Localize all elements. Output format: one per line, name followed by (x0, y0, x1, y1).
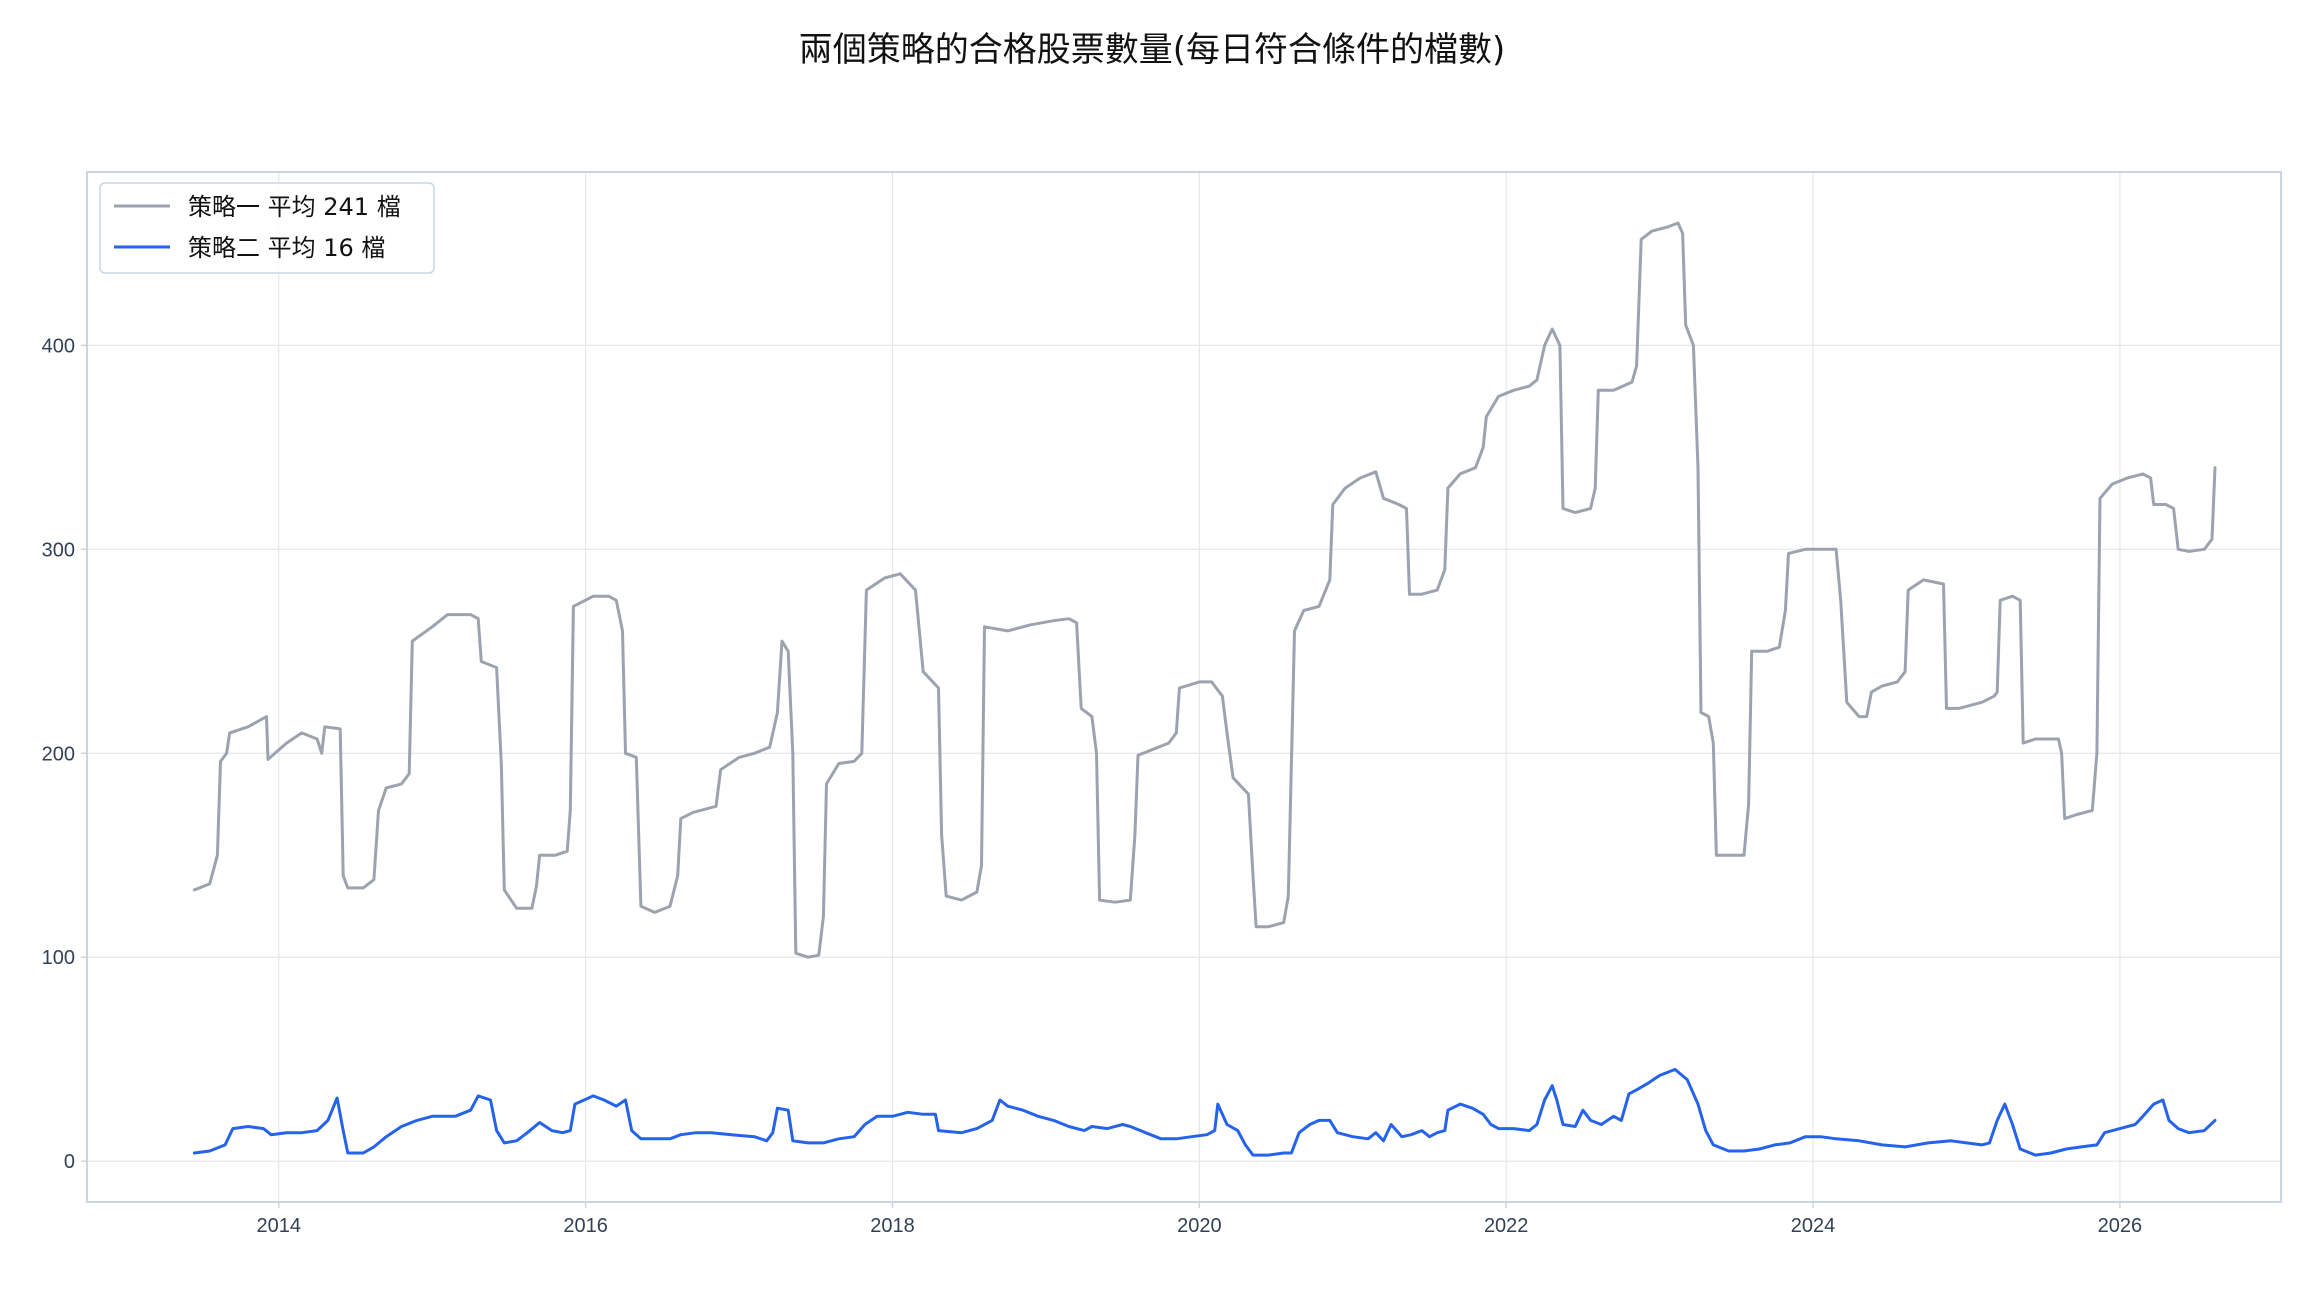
line-chart: 0 100 200 300 400 2014 2016 2018 2020 2022 2024 202… (42, 171, 2282, 1237)
y-tick-label: 200 (42, 743, 75, 765)
y-tick-label: 400 (42, 335, 75, 357)
x-tick-label: 2018 (870, 1215, 915, 1237)
series-line-strategy-1 (192, 221, 2217, 959)
series-line-strategy-2 (192, 1067, 2217, 1157)
x-tick-label: 2014 (257, 1215, 302, 1237)
y-tick-label: 300 (42, 539, 75, 561)
x-tick-label: 2026 (2098, 1215, 2143, 1237)
legend: 策略一 平均 241 檔 策略二 平均 16 檔 (99, 182, 435, 274)
axis-layer: 0 100 200 300 400 2014 2016 2018 2020 2022 2024 202… (42, 335, 2143, 1237)
x-tick-label: 2022 (1484, 1215, 1529, 1237)
x-tick-label: 2020 (1177, 1215, 1222, 1237)
legend-label-strategy-2: 策略二 平均 16 檔 (188, 234, 385, 262)
legend-label-strategy-1: 策略一 平均 241 檔 (188, 193, 401, 221)
series-layer (192, 221, 2217, 1157)
y-tick-label: 100 (42, 947, 75, 969)
y-tick-label: 0 (64, 1151, 75, 1173)
x-tick-label: 2024 (1791, 1215, 1836, 1237)
x-tick-label: 2016 (563, 1215, 608, 1237)
